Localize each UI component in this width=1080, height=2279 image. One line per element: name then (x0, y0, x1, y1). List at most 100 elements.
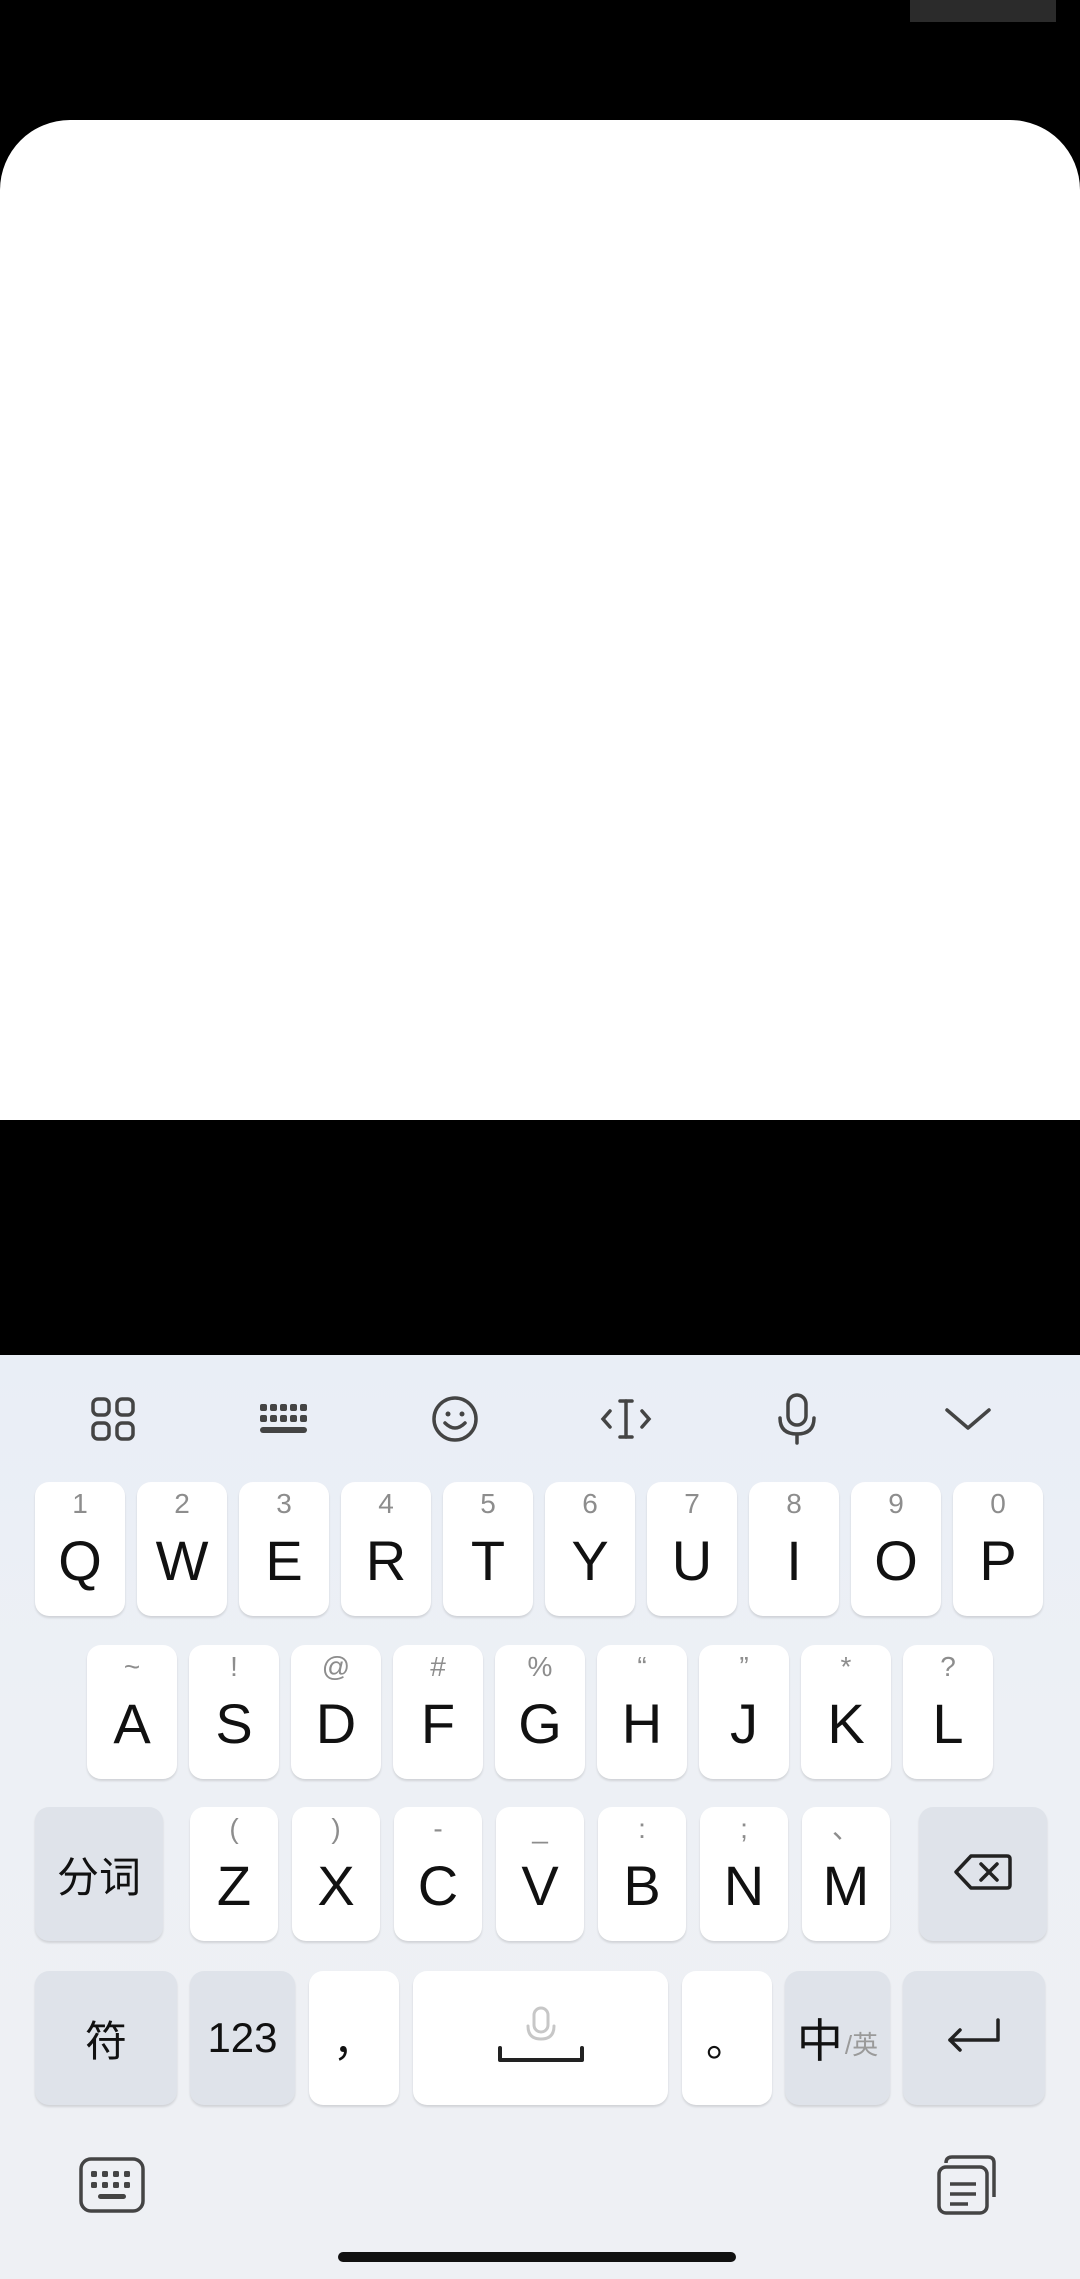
key-f[interactable]: # F (393, 1645, 483, 1779)
symbols-key-label: 符 (84, 2017, 127, 2065)
key-z[interactable]: (Z (190, 1807, 278, 1941)
key-hint: ? (940, 1651, 956, 1682)
key-label: N (723, 1854, 765, 1917)
period-key[interactable]: 。 (682, 1971, 772, 2105)
key-t[interactable]: 5T (443, 1482, 533, 1616)
key-a[interactable]: ~ A (87, 1645, 177, 1779)
key-j[interactable]: ” J (699, 1645, 789, 1779)
segment-key-label: 分词 (56, 1853, 141, 1901)
comma-key[interactable]: ， (309, 1971, 399, 2105)
key-label: R (365, 1529, 407, 1592)
key-label: H (621, 1692, 663, 1755)
key-d[interactable]: @ D (291, 1645, 381, 1779)
key-hint: 9 (888, 1488, 904, 1519)
key-c[interactable]: -C (394, 1807, 482, 1941)
key-m[interactable]: 、 M (802, 1807, 890, 1941)
key-hint: 5 (480, 1488, 496, 1519)
emoji-icon[interactable] (410, 1379, 500, 1459)
key-hint: ( (229, 1813, 239, 1844)
key-label: E (265, 1529, 303, 1592)
language-switch-key[interactable]: 中 /英 (785, 1971, 890, 2105)
key-label: Q (58, 1529, 102, 1592)
key-label: V (521, 1854, 559, 1917)
key-label: B (623, 1854, 661, 1917)
key-label: A (113, 1692, 151, 1755)
key-w[interactable]: 2W (137, 1482, 227, 1616)
key-hint: “ (637, 1651, 647, 1682)
symbols-key[interactable]: 符 (35, 1971, 177, 2105)
key-hint: 4 (378, 1488, 394, 1519)
key-n[interactable]: ; N (700, 1807, 788, 1941)
key-hint: ! (230, 1651, 238, 1682)
key-label: Y (571, 1529, 609, 1592)
key-u[interactable]: 7U (647, 1482, 737, 1616)
key-y[interactable]: 6Y (545, 1482, 635, 1616)
key-i[interactable]: 8I (749, 1482, 839, 1616)
key-o[interactable]: 9O (851, 1482, 941, 1616)
numbers-key[interactable]: 123 (190, 1971, 295, 2105)
key-x[interactable]: ) X (292, 1807, 380, 1941)
key-hint: 8 (786, 1488, 802, 1519)
keyboard-switch-icon[interactable] (72, 2145, 152, 2225)
language-main-label: 中 (796, 2015, 843, 2067)
key-g[interactable]: % G (495, 1645, 585, 1779)
key-label: U (671, 1529, 713, 1592)
key-label: G (518, 1692, 562, 1755)
key-hint: @ (321, 1651, 351, 1682)
key-hint: 1 (72, 1488, 88, 1519)
key-hint: : (638, 1813, 646, 1844)
key-k[interactable]: * K (801, 1645, 891, 1779)
status-indicator (910, 0, 1056, 22)
key-hint: 2 (174, 1488, 190, 1519)
key-label: P (979, 1529, 1017, 1592)
apps-grid-icon[interactable] (68, 1379, 158, 1459)
key-hint: ) (331, 1813, 341, 1844)
backspace-icon (953, 1852, 1013, 1897)
cursor-move-icon[interactable] (581, 1379, 671, 1459)
key-label: X (317, 1854, 355, 1917)
space-key[interactable] (413, 1971, 668, 2105)
key-hint: 0 (990, 1488, 1006, 1519)
key-label: F (420, 1692, 456, 1755)
segment-key[interactable]: 分词 (35, 1807, 163, 1941)
key-p[interactable]: 0P (953, 1482, 1043, 1616)
key-label: W (155, 1529, 209, 1592)
key-hint: ; (740, 1813, 748, 1844)
key-b[interactable]: :B (598, 1807, 686, 1941)
clipboard-icon[interactable] (927, 2145, 1007, 2225)
key-q[interactable]: 1Q (35, 1482, 125, 1616)
enter-icon (944, 2016, 1004, 2061)
key-label: C (417, 1854, 459, 1917)
key-label: O (874, 1529, 918, 1592)
keyboard-toolbar (0, 1355, 1080, 1475)
voice-input-icon[interactable] (752, 1379, 842, 1459)
key-r[interactable]: 4R (341, 1482, 431, 1616)
key-v[interactable]: _ V (496, 1807, 584, 1941)
key-hint: 6 (582, 1488, 598, 1519)
key-label: T (470, 1529, 506, 1592)
key-l[interactable]: ? L (903, 1645, 993, 1779)
key-hint: ~ (123, 1651, 141, 1682)
enter-key[interactable] (903, 1971, 1045, 2105)
key-label: J (730, 1692, 758, 1755)
key-e[interactable]: 3E (239, 1482, 329, 1616)
language-sub-label: /英 (844, 2029, 879, 2060)
numbers-key-label: 123 (207, 2014, 278, 2061)
comma-key-label: ， (332, 2017, 375, 2065)
key-hint: * (840, 1651, 852, 1682)
key-hint: 7 (684, 1488, 700, 1519)
key-label: K (827, 1692, 865, 1755)
space-mic-icon (496, 2006, 586, 2071)
collapse-keyboard-icon[interactable] (923, 1379, 1013, 1459)
home-indicator[interactable] (338, 2252, 736, 2262)
keyboard-layout-icon[interactable] (238, 1379, 328, 1459)
key-label: Z (216, 1854, 252, 1917)
keyboard-panel: 1Q2W3E4R5T6Y7U8I9O0P ~ A! S @ D # F% G “H” J * K? L … (0, 1355, 1080, 2279)
key-label: S (215, 1692, 253, 1755)
key-h[interactable]: “H (597, 1645, 687, 1779)
backspace-key[interactable] (919, 1807, 1047, 1941)
key-label: I (786, 1529, 802, 1592)
content-sheet (0, 120, 1080, 1120)
key-hint: 、 (831, 1813, 860, 1844)
key-s[interactable]: ! S (189, 1645, 279, 1779)
